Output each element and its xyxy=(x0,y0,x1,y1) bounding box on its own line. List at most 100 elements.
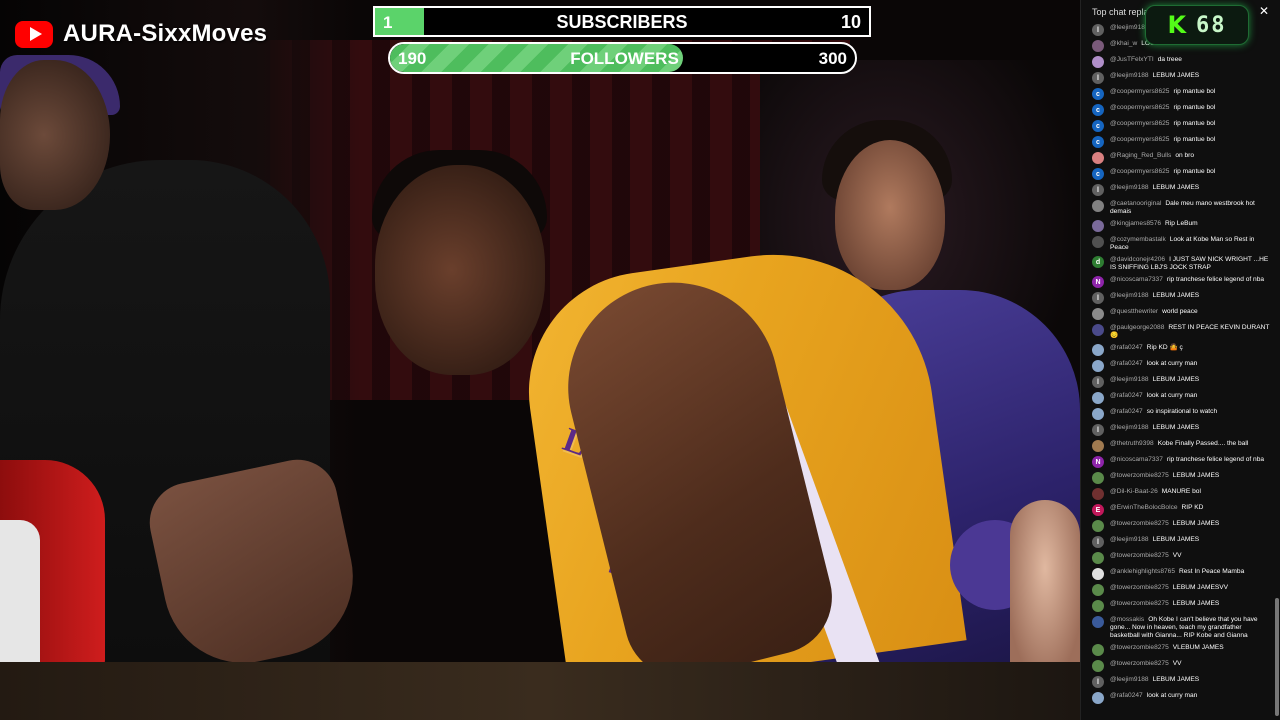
chat-message-text: @cozymembastalk Look at Kobe Man so Rest … xyxy=(1110,236,1273,252)
chat-username[interactable]: @questthewriter xyxy=(1110,308,1158,315)
chat-username[interactable]: @towerzombie8275 xyxy=(1110,472,1169,479)
chat-username[interactable]: @leejim9188 xyxy=(1110,376,1149,383)
chat-username[interactable]: @towerzombie8275 xyxy=(1110,584,1169,591)
chat-username[interactable]: @rafa0247 xyxy=(1110,392,1143,399)
chat-username[interactable]: @coopermyers8625 xyxy=(1110,120,1169,127)
avatar[interactable]: N xyxy=(1092,276,1104,288)
avatar[interactable] xyxy=(1092,236,1104,248)
avatar[interactable]: l xyxy=(1092,184,1104,196)
avatar[interactable]: c xyxy=(1092,136,1104,148)
chat-username[interactable]: @rafa0247 xyxy=(1110,360,1143,367)
avatar[interactable]: l xyxy=(1092,536,1104,548)
chat-username[interactable]: @caetanooriginal xyxy=(1110,200,1161,207)
chat-username[interactable]: @leejim9188 xyxy=(1110,424,1149,431)
chat-username[interactable]: @leejim9188 xyxy=(1110,24,1149,31)
avatar[interactable]: E xyxy=(1092,504,1104,516)
chat-username[interactable]: @ErwinTheBolocBolce xyxy=(1110,504,1178,511)
avatar[interactable] xyxy=(1092,308,1104,320)
chat-username[interactable]: @coopermyers8625 xyxy=(1110,104,1169,111)
chat-username[interactable]: @rafa0247 xyxy=(1110,408,1143,415)
avatar[interactable] xyxy=(1092,56,1104,68)
chat-username[interactable]: @nicoscama7337 xyxy=(1110,456,1163,463)
chat-username[interactable]: @Raging_Red_Bulls xyxy=(1110,152,1171,159)
chat-username[interactable]: @paulgeorge2088 xyxy=(1110,324,1164,331)
chat-username[interactable]: @nicoscama7337 xyxy=(1110,276,1163,283)
avatar[interactable]: c xyxy=(1092,168,1104,180)
avatar[interactable] xyxy=(1092,40,1104,52)
avatar[interactable] xyxy=(1092,392,1104,404)
avatar[interactable] xyxy=(1092,408,1104,420)
chat-username[interactable]: @towerzombie8275 xyxy=(1110,644,1169,651)
avatar[interactable] xyxy=(1092,552,1104,564)
avatar[interactable]: l xyxy=(1092,24,1104,36)
chat-username[interactable]: @towerzombie8275 xyxy=(1110,520,1169,527)
chat-title[interactable]: Top chat replay xyxy=(1092,7,1153,17)
chat-message: @kingjames8576 Rip LeBum xyxy=(1081,218,1273,234)
chat-message: l @leejim9188LEBUM JAMES xyxy=(1081,674,1273,690)
chat-message: @questthewriter world peace xyxy=(1081,306,1273,322)
avatar[interactable]: l xyxy=(1092,376,1104,388)
avatar[interactable]: c xyxy=(1092,88,1104,100)
avatar[interactable]: l xyxy=(1092,676,1104,688)
avatar[interactable]: d xyxy=(1092,256,1104,268)
avatar[interactable]: c xyxy=(1092,104,1104,116)
chat-username[interactable]: @mossakis xyxy=(1110,616,1144,623)
chat-text: so inspirational to watch xyxy=(1146,408,1218,415)
youtube-icon xyxy=(15,20,53,48)
chat-username[interactable]: @davidconejr4206 xyxy=(1110,256,1165,263)
avatar[interactable] xyxy=(1092,472,1104,484)
chat-username[interactable]: @Dil-Ki-Baat-26 xyxy=(1110,488,1158,495)
chat-message: l @leejim9188LEBUM JAMES xyxy=(1081,182,1273,198)
avatar[interactable] xyxy=(1092,152,1104,164)
avatar[interactable] xyxy=(1092,644,1104,656)
chat-username[interactable]: @leejim9188 xyxy=(1110,676,1149,683)
chat-username[interactable]: @anklehighlights8765 xyxy=(1110,568,1175,575)
avatar[interactable] xyxy=(1092,440,1104,452)
chat-username[interactable]: @leejim9188 xyxy=(1110,536,1149,543)
chat-username[interactable]: @leejim9188 xyxy=(1110,292,1149,299)
chat-scrollbar[interactable] xyxy=(1275,598,1279,716)
chat-message-list[interactable]: l@leejim9188LEBUM JAMES@khai_wLOOOOOOL@J… xyxy=(1081,22,1273,720)
chat-username[interactable]: @cozymembastalk xyxy=(1110,236,1166,243)
fan-right xyxy=(1010,500,1080,670)
avatar[interactable]: N xyxy=(1092,456,1104,468)
chat-username[interactable]: @rafa0247 xyxy=(1110,344,1143,351)
chat-text: Rip LeBum xyxy=(1165,220,1198,227)
avatar[interactable] xyxy=(1092,344,1104,356)
chat-username[interactable]: @coopermyers8625 xyxy=(1110,88,1169,95)
avatar[interactable] xyxy=(1092,568,1104,580)
avatar[interactable] xyxy=(1092,488,1104,500)
avatar[interactable] xyxy=(1092,220,1104,232)
chat-message-text: @anklehighlights8765 Rest In Peace Mamba xyxy=(1110,568,1244,576)
video-frame[interactable]: LAKERS 15 xyxy=(0,0,1080,720)
avatar[interactable] xyxy=(1092,660,1104,672)
chat-username[interactable]: @JusTFelxYTI xyxy=(1110,56,1154,63)
avatar[interactable] xyxy=(1092,584,1104,596)
chat-username[interactable]: @rafa0247 xyxy=(1110,692,1143,699)
avatar[interactable] xyxy=(1092,360,1104,372)
chat-username[interactable]: @leejim9188 xyxy=(1110,72,1149,79)
chat-username[interactable]: @coopermyers8625 xyxy=(1110,168,1169,175)
chat-username[interactable]: @towerzombie8275 xyxy=(1110,552,1169,559)
avatar[interactable] xyxy=(1092,520,1104,532)
close-icon[interactable]: ✕ xyxy=(1259,4,1269,18)
chat-username[interactable]: @kingjames8576 xyxy=(1110,220,1161,227)
avatar[interactable]: l xyxy=(1092,292,1104,304)
avatar[interactable] xyxy=(1092,616,1104,628)
chat-username[interactable]: @khai_w xyxy=(1110,40,1137,47)
avatar[interactable] xyxy=(1092,692,1104,704)
avatar[interactable]: l xyxy=(1092,72,1104,84)
avatar[interactable]: l xyxy=(1092,424,1104,436)
chat-username[interactable]: @thetruth9398 xyxy=(1110,440,1154,447)
chat-username[interactable]: @coopermyers8625 xyxy=(1110,136,1169,143)
chat-username[interactable]: @towerzombie8275 xyxy=(1110,660,1169,667)
avatar[interactable]: c xyxy=(1092,120,1104,132)
avatar[interactable] xyxy=(1092,324,1104,336)
avatar[interactable] xyxy=(1092,600,1104,612)
avatar[interactable] xyxy=(1092,200,1104,212)
chat-text: LEBUM JAMES xyxy=(1152,72,1200,79)
chat-username[interactable]: @towerzombie8275 xyxy=(1110,600,1169,607)
chat-message: @paulgeorge2088 REST IN PEACE KEVIN DURAN… xyxy=(1081,322,1273,342)
chat-message: @thetruth9398 Kobe Finally Passed.... the… xyxy=(1081,438,1273,454)
chat-username[interactable]: @leejim9188 xyxy=(1110,184,1149,191)
